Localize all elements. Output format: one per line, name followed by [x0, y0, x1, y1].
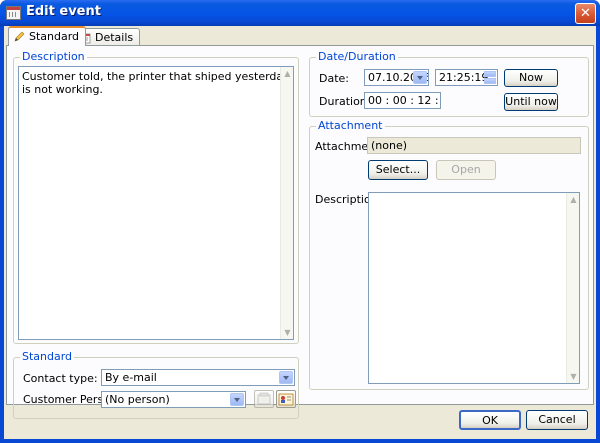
scroll-down-icon[interactable]: ▼ — [283, 328, 292, 337]
customer-person-value: (No person) — [105, 393, 170, 406]
pencil-icon — [14, 31, 25, 42]
date-label: Date: — [319, 72, 349, 85]
dialog-client-area: Standard Details Description Customer to… — [4, 26, 596, 439]
attachment-description-textarea[interactable]: ▲ ▼ — [368, 192, 580, 384]
scroll-up-icon[interactable]: ▲ — [283, 69, 292, 78]
description-textarea[interactable]: Customer told, the printer that shiped y… — [18, 66, 294, 340]
close-button[interactable]: ✕ — [575, 3, 596, 24]
attachment-description-scrollbar[interactable]: ▲ ▼ — [566, 193, 579, 383]
time-picker[interactable]: 21:25:19 — [435, 69, 498, 86]
select-attachment-button[interactable]: Select... — [368, 160, 428, 180]
window-frame-bottom — [0, 439, 600, 443]
edit-person-button[interactable] — [254, 390, 274, 408]
window-title: Edit event — [26, 4, 101, 19]
calendar-dropdown-icon[interactable] — [413, 71, 427, 84]
standard-group: Standard Contact type: By e-mail Custome… — [13, 350, 299, 419]
scroll-up-icon[interactable]: ▲ — [569, 195, 578, 204]
chevron-down-icon[interactable] — [230, 393, 244, 406]
contact-card-icon — [278, 393, 294, 406]
open-attachment-button[interactable]: Open — [436, 160, 496, 180]
chevron-down-icon[interactable] — [279, 371, 293, 384]
duration-field[interactable]: 00 : 00 : 12 : 00 — [364, 92, 441, 109]
duration-value: 00 : 00 : 12 : 00 — [368, 94, 440, 107]
attachment-field: (none) — [367, 137, 581, 154]
description-scrollbar[interactable]: ▲ ▼ — [280, 67, 293, 339]
title-bar[interactable]: Edit event ✕ — [0, 0, 600, 26]
standard-tab-panel: Description Customer told, the printer t… — [6, 45, 594, 419]
tab-standard[interactable]: Standard — [8, 26, 87, 46]
description-text: Customer told, the printer that shiped y… — [22, 70, 290, 96]
attachment-group: Attachment Attachment: (none) Select... … — [309, 119, 589, 390]
attachment-value: (none) — [371, 139, 408, 152]
cancel-button[interactable]: Cancel — [526, 410, 588, 430]
now-button[interactable]: Now — [504, 69, 558, 87]
duration-label: Duration: — [319, 95, 371, 108]
customer-person-select[interactable]: (No person) — [101, 391, 246, 408]
contact-type-value: By e-mail — [105, 371, 157, 384]
date-picker[interactable]: 07.10.2005 — [364, 69, 429, 86]
edit-event-window: Edit event ✕ Standard Details Descriptio… — [0, 0, 600, 443]
calendar-icon — [6, 6, 21, 20]
until-now-button[interactable]: Until now — [504, 93, 558, 111]
time-value: 21:25:19 — [439, 71, 489, 84]
tab-details-label: Details — [95, 31, 134, 44]
attachment-group-label: Attachment — [316, 119, 385, 132]
standard-group-label: Standard — [20, 350, 75, 363]
scroll-down-icon[interactable]: ▼ — [569, 372, 578, 381]
time-spinner[interactable] — [484, 71, 496, 84]
contact-type-label: Contact type: — [23, 372, 98, 385]
tab-standard-label: Standard — [29, 30, 80, 43]
person-card-icon — [257, 392, 271, 405]
date-duration-group: Date/Duration Date: 07.10.2005 21:25:19 … — [309, 50, 589, 117]
window-frame-right — [596, 26, 600, 443]
spin-down-icon[interactable] — [484, 78, 496, 84]
spin-up-icon[interactable] — [484, 71, 496, 77]
date-duration-group-label: Date/Duration — [316, 50, 398, 63]
description-group: Description Customer told, the printer t… — [13, 50, 299, 344]
description-group-label: Description — [20, 50, 87, 63]
contact-type-select[interactable]: By e-mail — [101, 369, 295, 386]
select-person-button[interactable] — [276, 390, 296, 408]
ok-button[interactable]: OK — [459, 410, 521, 430]
